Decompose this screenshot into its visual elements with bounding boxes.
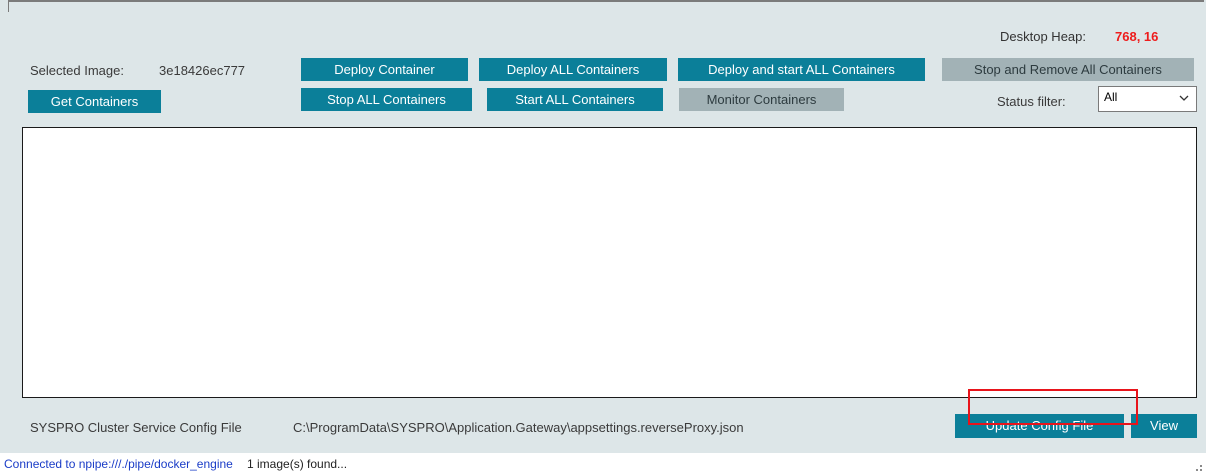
deploy-container-button[interactable]: Deploy Container xyxy=(301,58,468,81)
connection-status: Connected to npipe:///./pipe/docker_engi… xyxy=(4,457,233,471)
chevron-down-icon xyxy=(1179,95,1189,101)
status-bar: Connected to npipe:///./pipe/docker_engi… xyxy=(0,453,1206,475)
containers-list[interactable] xyxy=(22,127,1197,398)
monitor-containers-button[interactable]: Monitor Containers xyxy=(679,88,844,111)
selected-image-value: 3e18426ec777 xyxy=(159,63,246,78)
config-file-label: SYSPRO Cluster Service Config File xyxy=(30,420,242,435)
update-config-file-button[interactable]: Update Config File xyxy=(955,414,1124,438)
selected-image-label: Selected Image: xyxy=(30,63,124,78)
container-manager-panel: Desktop Heap: 768, 16 Selected Image: 3e… xyxy=(0,0,1206,453)
start-all-containers-button[interactable]: Start ALL Containers xyxy=(487,88,663,111)
status-filter-label: Status filter: xyxy=(997,94,1066,109)
config-file-path: C:\ProgramData\SYSPRO\Application.Gatewa… xyxy=(293,420,744,435)
resize-grip-icon[interactable] xyxy=(1191,460,1203,472)
stop-and-remove-all-button[interactable]: Stop and Remove All Containers xyxy=(942,58,1194,81)
panel-top-border xyxy=(8,0,1204,2)
desktop-heap-label: Desktop Heap: xyxy=(1000,29,1086,44)
view-button[interactable]: View xyxy=(1131,414,1197,438)
stop-all-containers-button[interactable]: Stop ALL Containers xyxy=(301,88,472,111)
get-containers-button[interactable]: Get Containers xyxy=(28,90,161,113)
deploy-all-containers-button[interactable]: Deploy ALL Containers xyxy=(479,58,667,81)
status-message: 1 image(s) found... xyxy=(247,457,348,471)
desktop-heap-value: 768, 16 xyxy=(1115,29,1159,44)
status-filter-value: All xyxy=(1104,90,1118,104)
panel-left-border xyxy=(8,0,9,12)
status-filter-select[interactable]: All xyxy=(1098,86,1197,112)
deploy-and-start-all-button[interactable]: Deploy and start ALL Containers xyxy=(678,58,925,81)
